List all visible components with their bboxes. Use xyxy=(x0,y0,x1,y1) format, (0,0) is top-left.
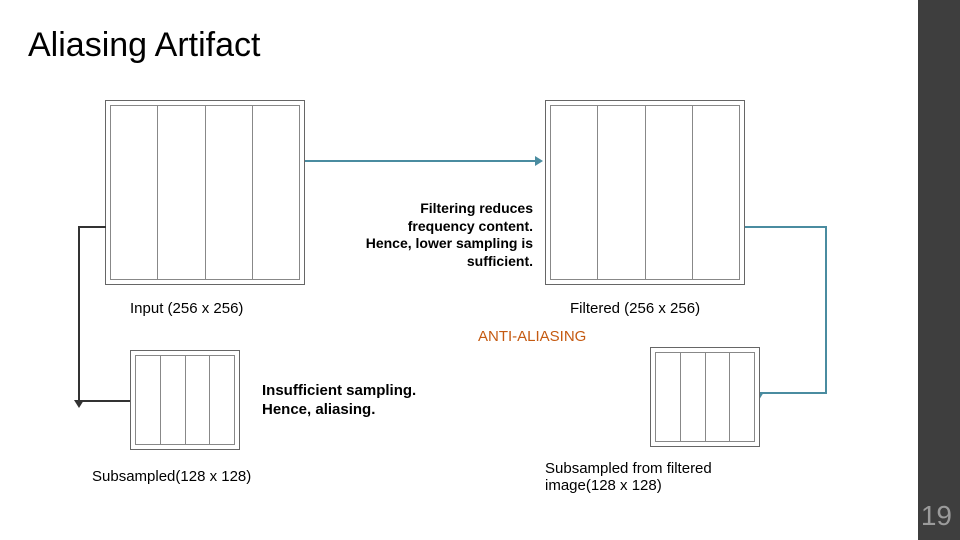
caption-input: Input (256 x 256) xyxy=(130,300,243,317)
caption-filtered: Filtered (256 x 256) xyxy=(570,300,700,317)
image-input xyxy=(105,100,305,285)
middle-explainer: Filtering reduces frequency content. Hen… xyxy=(318,200,533,270)
page-number: 19 xyxy=(921,500,952,532)
image-subsampled xyxy=(130,350,240,450)
sidebar-accent: 19 xyxy=(918,0,960,540)
caption-subsampled-filtered: Subsampled from filtered image(128 x 128… xyxy=(545,460,712,494)
insufficient-sampling-text: Insufficient sampling. Hence, aliasing. xyxy=(262,382,416,420)
slide-title: Aliasing Artifact xyxy=(28,26,260,65)
slide: 19 Aliasing Artifact Input (256 x 256) F… xyxy=(0,0,960,540)
arrow-input-to-filtered xyxy=(305,160,535,162)
caption-subsampled: Subsampled(128 x 128) xyxy=(92,468,251,485)
anti-aliasing-label: ANTI-ALIASING xyxy=(478,328,586,345)
image-subsampled-filtered xyxy=(650,347,760,447)
image-filtered xyxy=(545,100,745,285)
